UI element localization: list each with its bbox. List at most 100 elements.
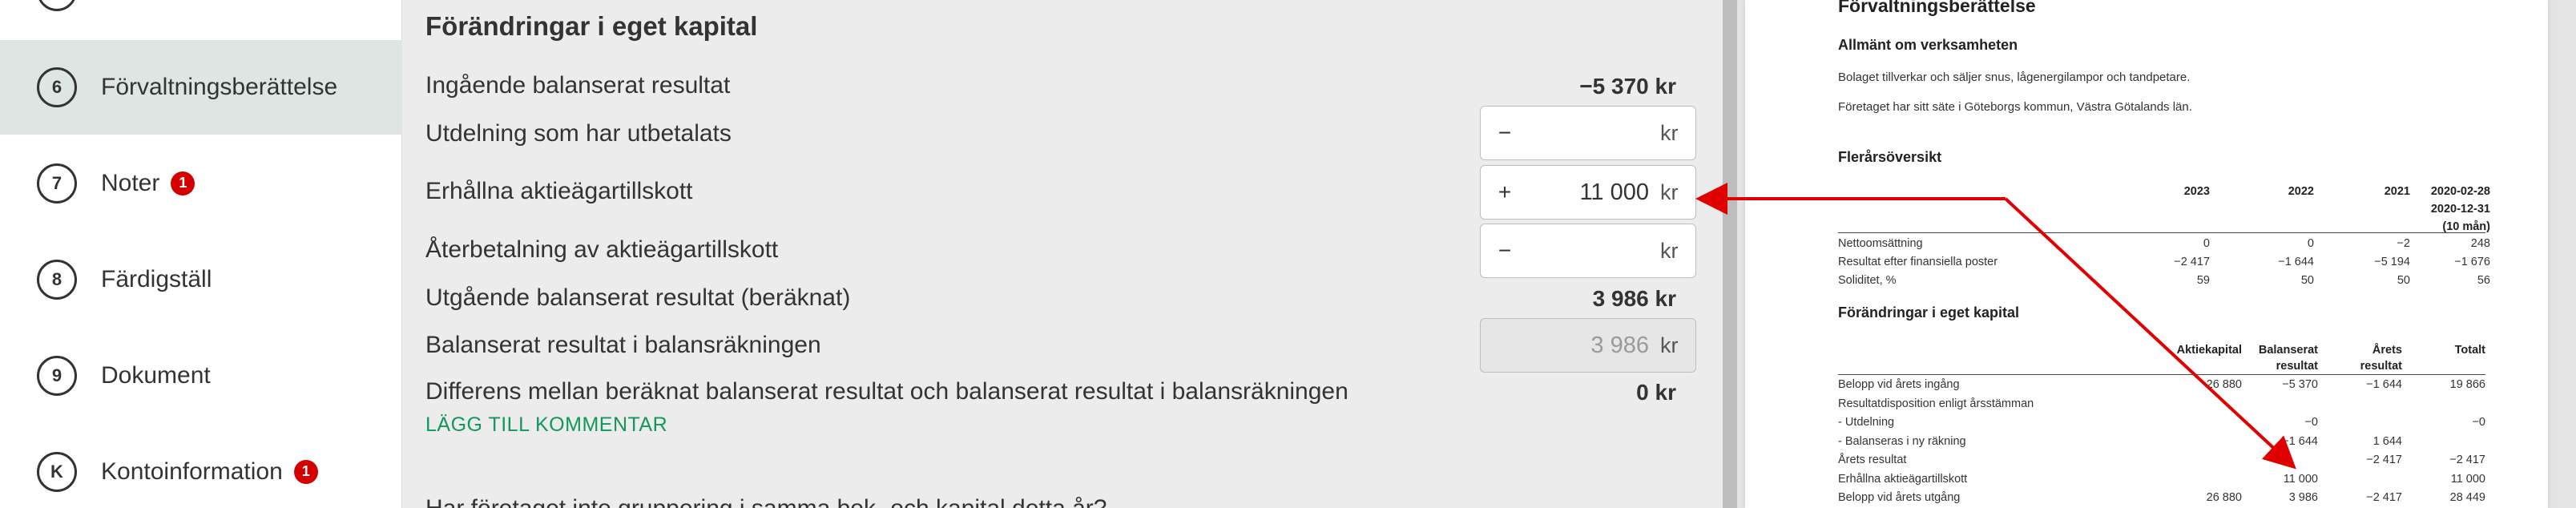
sidebar: 6 Förvaltningsberättelse 7 Noter 1 8 Färd…	[0, 0, 402, 508]
field-unit: kr	[1660, 179, 1679, 204]
notification-badge: 1	[293, 459, 318, 484]
equity-row-label: - Balanseras i ny räkning	[1838, 434, 1966, 448]
multi-col-2022: 2022	[2288, 185, 2314, 198]
sidebar-item-label: Dokument	[101, 362, 211, 389]
shareholder-contribution-input[interactable]: + 11 000 kr	[1480, 165, 1696, 220]
step-number-icon: 6	[37, 67, 77, 107]
field-unit: kr	[1660, 120, 1679, 145]
equity-col-share-capital: Aktiekapital	[2176, 344, 2242, 357]
add-comment-link[interactable]: LÄGG TILL KOMMENTAR	[425, 413, 667, 437]
doc-section-equity: Förändringar i eget kapital	[1838, 304, 2020, 321]
equity-row-cell: −1 644	[2282, 434, 2318, 448]
multi-col-2020-end: 2020-12-31	[2430, 203, 2490, 216]
step-number-icon: 9	[37, 356, 77, 396]
equity-row-cell: −2 417	[2449, 454, 2485, 466]
equity-changes-form: Förändringar i eget kapital Ingående bal…	[403, 0, 1723, 508]
balance-sheet-retained-label: Balanserat resultat i balansräkningen	[425, 332, 821, 358]
equity-row-label: Årets resultat	[1838, 454, 1907, 466]
table-rule	[1838, 374, 2485, 375]
opening-retained-earnings-value: −5 370 kr	[1579, 74, 1676, 99]
equity-col-year-a: Årets	[2372, 344, 2402, 357]
form-title: Förändringar i eget kapital	[425, 11, 758, 41]
doc-paragraph: Företaget har sitt säte i Göteborgs komm…	[1838, 100, 2192, 114]
sidebar-item-label: Noter	[101, 170, 160, 196]
opening-retained-earnings-label: Ingående balanserat resultat	[425, 72, 731, 99]
multi-row-cell: 0	[2307, 237, 2314, 250]
multi-row-cell: −5 194	[2374, 256, 2410, 268]
multi-row-cell: 56	[2477, 274, 2490, 287]
multi-row-label: Resultat efter finansiella poster	[1838, 256, 1998, 268]
multi-row-cell: 50	[2300, 274, 2314, 287]
equity-col-retained-b: resultat	[2276, 360, 2318, 373]
minus-sign: −	[1498, 238, 1512, 263]
doc-section-multi-year: Flerårsöversikt	[1838, 149, 1942, 165]
equity-row-cell: −5 370	[2282, 378, 2318, 391]
sidebar-item-kontoinformation[interactable]: K Kontoinformation 1	[0, 425, 402, 508]
sidebar-item-noter[interactable]: 7 Noter 1	[0, 136, 402, 231]
field-unit: kr	[1660, 238, 1679, 263]
multi-row-cell: −1 644	[2278, 256, 2314, 268]
table-rule	[1838, 232, 2485, 233]
app-root: 6 Förvaltningsberättelse 7 Noter 1 8 Färd…	[0, 0, 2576, 508]
difference-label: Differens mellan beräknat balanserat res…	[425, 378, 1348, 405]
field-value: 11 000	[1579, 179, 1649, 205]
equity-row-label: Erhållna aktieägartillskott	[1838, 472, 1968, 486]
multi-row-label: Soliditet, %	[1838, 274, 1897, 287]
document-preview: Förvaltningsberättelse Allmänt om verksa…	[1745, 0, 2548, 508]
repayment-contribution-label: Återbetalning av aktieägartillskott	[425, 236, 779, 263]
closing-retained-earnings-value: 3 986 kr	[1592, 286, 1676, 311]
doc-title: Förvaltningsberättelse	[1838, 0, 2036, 16]
plus-sign: +	[1498, 179, 1512, 204]
equity-row-cell: 26 880	[2206, 378, 2242, 391]
repayment-contribution-input[interactable]: − kr	[1480, 224, 1696, 278]
sidebar-item-label: Kontoinformation	[101, 458, 283, 485]
equity-row-cell: −0	[2472, 416, 2485, 429]
multi-row-cell: 0	[2203, 237, 2210, 250]
dividend-paid-label: Utdelning som har utbetalats	[425, 120, 732, 147]
dividend-paid-input[interactable]: − kr	[1480, 106, 1696, 160]
next-question-text: Har företaget inte gruppering i samma bo…	[425, 495, 1107, 508]
scrollbar[interactable]	[1723, 0, 1737, 508]
equity-row-cell: −0	[2304, 416, 2318, 429]
sidebar-item-label: Färdigställ	[101, 266, 212, 292]
equity-row-cell: 3 986	[2288, 491, 2318, 504]
equity-row-cell: −2 417	[2366, 454, 2402, 466]
equity-row-cell: 1 644	[2372, 434, 2402, 448]
equity-row-cell: 26 880	[2206, 491, 2242, 504]
sidebar-item-fardigstall[interactable]: 8 Färdigställ	[0, 232, 402, 327]
field-value: 3 986	[1590, 332, 1649, 358]
closing-retained-earnings-label: Utgående balanserat resultat (beräknat)	[425, 284, 851, 311]
equity-row-label: - Utdelning	[1838, 416, 1895, 429]
multi-col-2023: 2023	[2183, 185, 2210, 198]
equity-row-label: Belopp vid årets ingång	[1838, 378, 1960, 391]
doc-paragraph: Bolaget tillverkar och säljer snus, låge…	[1838, 71, 2191, 84]
doc-section-general: Allmänt om verksamheten	[1838, 37, 2018, 53]
sidebar-item-5[interactable]	[0, 0, 402, 38]
sidebar-item-label-wrap: Noter 1	[101, 170, 196, 197]
step-letter-icon: K	[37, 452, 77, 492]
step-number-icon: 7	[37, 163, 77, 204]
multi-row-label: Nettoomsättning	[1838, 237, 1923, 250]
minus-sign: −	[1498, 120, 1512, 145]
sidebar-item-dokument[interactable]: 9 Dokument	[0, 329, 402, 423]
step-number-icon: 8	[37, 260, 77, 300]
sidebar-item-label-wrap: Kontoinformation 1	[101, 458, 318, 486]
equity-row-cell: 28 449	[2449, 491, 2485, 504]
multi-col-2020-start: 2020-02-28	[2430, 185, 2490, 198]
equity-col-total: Totalt	[2454, 344, 2485, 357]
shareholder-contribution-label: Erhållna aktieägartillskott	[425, 178, 693, 204]
equity-col-year-b: resultat	[2360, 360, 2402, 373]
equity-col-retained-a: Balanserat	[2258, 344, 2318, 357]
multi-row-cell: 59	[2196, 274, 2210, 287]
balance-sheet-retained-field: 3 986 kr	[1480, 318, 1696, 373]
equity-row-label: Resultatdisposition enligt årsstämman	[1838, 397, 2034, 410]
step-number-icon	[37, 0, 77, 11]
multi-row-cell: −2 417	[2174, 256, 2210, 268]
field-unit: kr	[1660, 333, 1679, 357]
equity-row-cell: 11 000	[2283, 472, 2318, 486]
sidebar-item-forvaltningsberattelse[interactable]: 6 Förvaltningsberättelse	[0, 40, 402, 135]
multi-row-cell: 50	[2397, 274, 2410, 287]
equity-row-cell: −2 417	[2366, 491, 2402, 504]
equity-row-cell: −1 644	[2366, 378, 2402, 391]
multi-row-cell: −2	[2397, 237, 2410, 250]
